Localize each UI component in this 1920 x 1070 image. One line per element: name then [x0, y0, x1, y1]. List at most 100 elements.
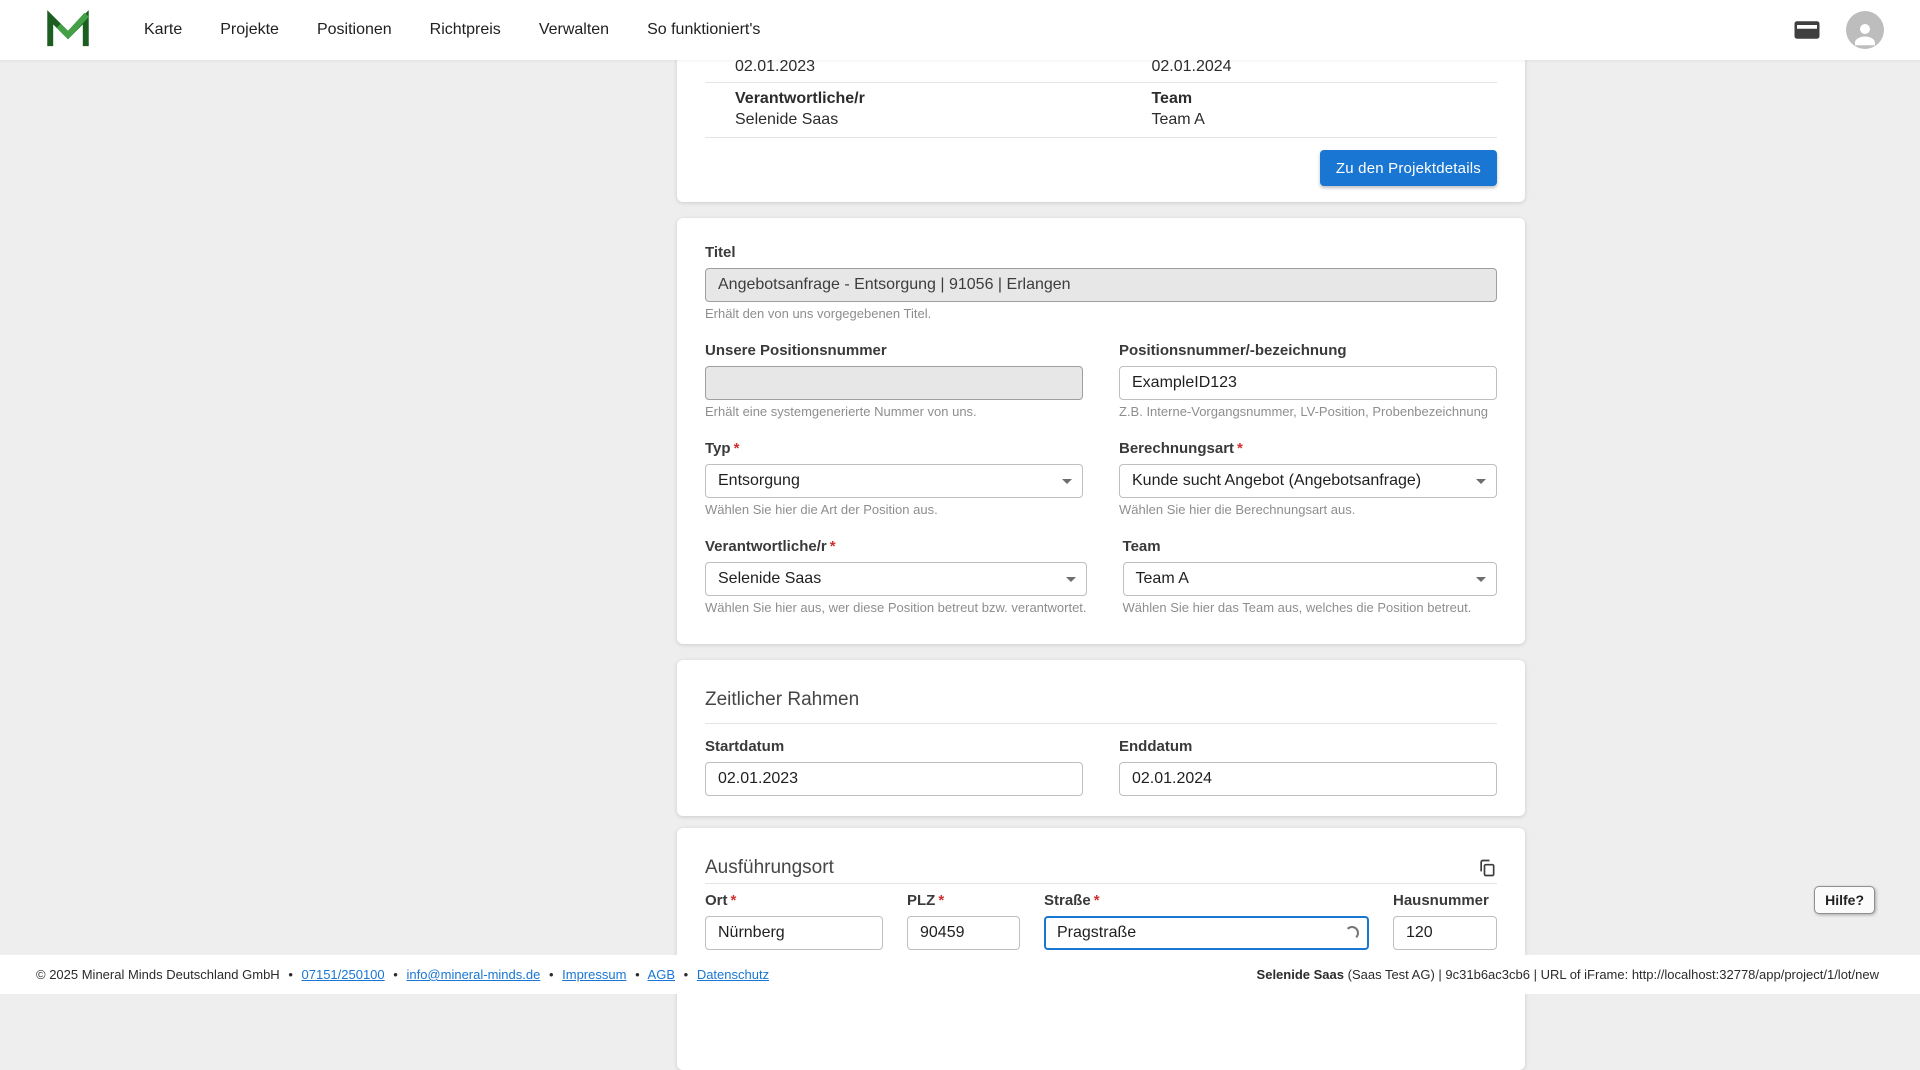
footer-link-datenschutz[interactable]: Datenschutz	[697, 967, 769, 982]
person-icon	[1850, 19, 1880, 49]
berechnungsart-label: Berechnungsart*	[1119, 440, 1497, 458]
typ-helper: Wählen Sie hier die Art der Position aus…	[705, 502, 1083, 518]
unsere-positionsnummer-label: Unsere Positionsnummer	[705, 342, 1083, 360]
berechnungsart-helper: Wählen Sie hier die Berechnungsart aus.	[1119, 502, 1497, 518]
ausfuehrungsort-heading: Ausführungsort	[705, 856, 834, 879]
top-navbar: Karte Projekte Positionen Richtpreis Ver…	[0, 0, 1920, 60]
footer-link-agb[interactable]: AGB	[648, 967, 675, 982]
titel-helper: Erhält den von uns vorgegebenen Titel.	[705, 306, 1497, 322]
hausnummer-label: Hausnummer	[1393, 892, 1497, 910]
team-field: Team Team A Wählen Sie hier das Team aus…	[1123, 538, 1497, 616]
enddatum-label: Enddatum	[1119, 738, 1497, 756]
page-footer: © 2025 Mineral Minds Deutschland GmbH • …	[0, 955, 1920, 994]
footer-link-impressum[interactable]: Impressum	[562, 967, 626, 982]
titel-label: Titel	[705, 244, 1497, 262]
unsere-positionsnummer-field: Unsere Positionsnummer Erhält eine syste…	[705, 342, 1083, 420]
team-select[interactable]: Team A	[1123, 562, 1497, 596]
project-dates-row: 02.01.2023 02.01.2024	[705, 58, 1497, 82]
nav-item-projekte[interactable]: Projekte	[220, 21, 279, 39]
verantwortliche-select-value: Selenide Saas	[718, 570, 821, 588]
berechnungsart-select-value: Kunde sucht Angebot (Angebotsanfrage)	[1132, 472, 1421, 490]
project-responsible-label: Verantwortliche/r	[735, 90, 1151, 108]
footer-legal: © 2025 Mineral Minds Deutschland GmbH • …	[36, 967, 769, 982]
ort-field: Ort*	[705, 892, 883, 950]
logo-icon	[46, 10, 90, 50]
dropdown-arrow-icon	[1476, 479, 1486, 484]
project-responsible-row: Verantwortliche/r Selenide Saas Team Tea…	[705, 83, 1497, 137]
user-avatar[interactable]	[1846, 11, 1884, 49]
separator-dot: •	[288, 967, 293, 982]
project-start-date: 02.01.2023	[735, 58, 1151, 76]
dropdown-arrow-icon	[1062, 479, 1072, 484]
dropdown-arrow-icon	[1066, 577, 1076, 582]
typ-select[interactable]: Entsorgung	[705, 464, 1083, 498]
titel-field: Titel Erhält den von uns vorgegebenen Ti…	[705, 244, 1497, 322]
project-responsible-value: Selenide Saas	[735, 111, 1151, 129]
card-icon-button[interactable]	[1790, 15, 1824, 45]
ausfuehrungsort-card: Ausführungsort Ort* PLZ* Straße*	[677, 828, 1525, 1070]
footer-link-email[interactable]: info@mineral-minds.de	[406, 967, 540, 982]
team-label: Team	[1123, 538, 1497, 556]
ort-label: Ort*	[705, 892, 883, 910]
hausnummer-field: Hausnummer	[1393, 892, 1497, 950]
plz-field: PLZ*	[907, 892, 1020, 950]
project-team-value: Team A	[1151, 111, 1467, 129]
position-form-card: Titel Erhält den von uns vorgegebenen Ti…	[677, 218, 1525, 644]
section-divider	[705, 883, 1497, 884]
startdatum-label: Startdatum	[705, 738, 1083, 756]
nav-item-positionen[interactable]: Positionen	[317, 21, 392, 39]
strasse-field: Straße*	[1044, 892, 1369, 950]
strasse-label: Straße*	[1044, 892, 1369, 910]
plz-label: PLZ*	[907, 892, 1020, 910]
nav-item-verwalten[interactable]: Verwalten	[539, 21, 609, 39]
session-details: (Saas Test AG) | 9c31b6ac3cb6 | URL of i…	[1344, 967, 1879, 982]
project-details-button[interactable]: Zu den Projektdetails	[1320, 150, 1497, 186]
titel-input	[705, 268, 1497, 302]
session-info: Selenide Saas (Saas Test AG) | 9c31b6ac3…	[1257, 967, 1879, 982]
typ-label: Typ*	[705, 440, 1083, 458]
positionsnummer-field: Positionsnummer/-bezeichnung Z.B. Intern…	[1119, 342, 1497, 420]
strasse-input[interactable]	[1044, 916, 1369, 950]
main-nav: Karte Projekte Positionen Richtpreis Ver…	[144, 21, 760, 39]
copy-icon	[1477, 858, 1497, 878]
positionsnummer-input[interactable]	[1119, 366, 1497, 400]
copy-location-button[interactable]	[1477, 858, 1497, 878]
required-marker: *	[830, 538, 836, 555]
required-marker: *	[731, 892, 737, 909]
separator-dot: •	[549, 967, 554, 982]
required-marker: *	[734, 440, 740, 457]
loading-spinner-icon	[1345, 926, 1359, 940]
required-marker: *	[1237, 440, 1243, 457]
nav-item-so-funktionierts[interactable]: So funktioniert's	[647, 21, 760, 39]
team-helper: Wählen Sie hier das Team aus, welches di…	[1123, 600, 1497, 616]
verantwortliche-helper: Wählen Sie hier aus, wer diese Position …	[705, 600, 1087, 616]
positionsnummer-helper: Z.B. Interne-Vorgangsnummer, LV-Position…	[1119, 404, 1497, 420]
verantwortliche-select[interactable]: Selenide Saas	[705, 562, 1087, 596]
separator-dot: •	[393, 967, 398, 982]
enddatum-input[interactable]	[1119, 762, 1497, 796]
section-divider	[705, 723, 1497, 724]
enddatum-field: Enddatum	[1119, 738, 1497, 796]
project-end-date: 02.01.2024	[1151, 58, 1467, 76]
team-select-value: Team A	[1136, 570, 1189, 588]
project-team-label: Team	[1151, 90, 1467, 108]
typ-field: Typ* Entsorgung Wählen Sie hier die Art …	[705, 440, 1083, 518]
nav-item-richtpreis[interactable]: Richtpreis	[430, 21, 501, 39]
ort-input[interactable]	[705, 916, 883, 950]
berechnungsart-select[interactable]: Kunde sucht Angebot (Angebotsanfrage)	[1119, 464, 1497, 498]
verantwortliche-field: Verantwortliche/r* Selenide Saas Wählen …	[705, 538, 1087, 616]
help-button[interactable]: Hilfe?	[1814, 886, 1875, 914]
startdatum-input[interactable]	[705, 762, 1083, 796]
separator-dot: •	[635, 967, 640, 982]
required-marker: *	[938, 892, 944, 909]
hausnummer-input[interactable]	[1393, 916, 1497, 950]
footer-link-phone[interactable]: 07151/250100	[302, 967, 385, 982]
dropdown-arrow-icon	[1476, 577, 1486, 582]
required-marker: *	[1094, 892, 1100, 909]
nav-item-karte[interactable]: Karte	[144, 21, 182, 39]
berechnungsart-field: Berechnungsart* Kunde sucht Angebot (Ang…	[1119, 440, 1497, 518]
plz-input[interactable]	[907, 916, 1020, 950]
zeitlicher-rahmen-heading: Zeitlicher Rahmen	[705, 688, 1497, 711]
copyright-text: © 2025 Mineral Minds Deutschland GmbH	[36, 967, 280, 982]
mineral-minds-logo[interactable]	[46, 10, 90, 50]
